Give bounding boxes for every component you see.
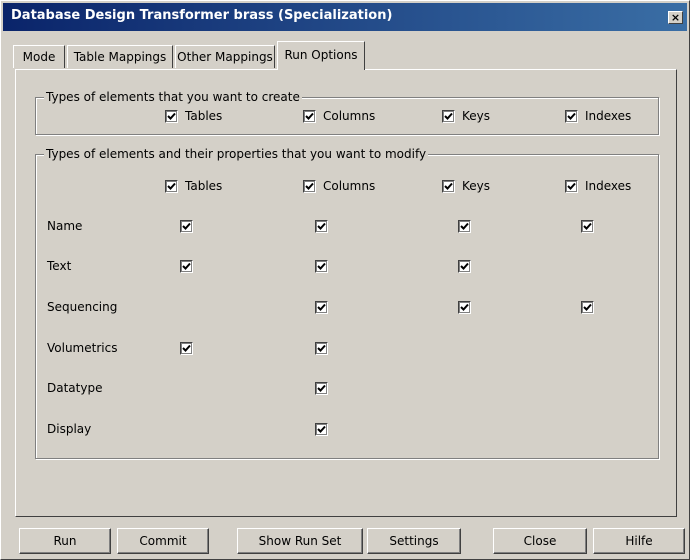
matrix-sequencing-columns-checkbox[interactable] <box>315 301 328 314</box>
help-button[interactable]: Hilfe <box>593 528 685 554</box>
modify-indexes-checkbox[interactable] <box>565 180 578 193</box>
create-indexes-checkbox[interactable] <box>565 110 578 123</box>
check-mark-icon <box>182 262 191 270</box>
modify-indexes-label: Indexes <box>585 179 632 193</box>
check-mark-icon <box>460 303 469 311</box>
title-bar[interactable]: Database Design Transformer brass (Speci… <box>3 3 687 31</box>
create-keys-label: Keys <box>462 109 491 123</box>
create-tables-label: Tables <box>185 109 223 123</box>
tab-mode[interactable]: Mode <box>13 45 65 68</box>
matrix-volumetrics-tables-checkbox[interactable] <box>180 342 193 355</box>
close-button[interactable]: Close <box>493 528 587 554</box>
run-button[interactable]: Run <box>19 528 111 554</box>
check-mark-icon <box>317 262 326 270</box>
create-group-title: Types of elements that you want to creat… <box>44 90 302 104</box>
check-mark-icon <box>182 222 191 230</box>
matrix-text-tables-checkbox[interactable] <box>180 260 193 273</box>
modify-columns-label: Columns <box>323 179 376 193</box>
check-mark-icon <box>460 222 469 230</box>
row-label-name: Name <box>47 219 83 233</box>
check-mark-icon <box>444 182 453 190</box>
check-mark-icon <box>444 112 453 120</box>
commit-button[interactable]: Commit <box>117 528 209 554</box>
modify-group-title: Types of elements and their properties t… <box>44 147 429 161</box>
matrix-text-keys-checkbox[interactable] <box>458 260 471 273</box>
check-mark-icon <box>583 222 592 230</box>
check-mark-icon <box>167 112 176 120</box>
matrix-sequencing-indexes-checkbox[interactable] <box>581 301 594 314</box>
matrix-name-tables-checkbox[interactable] <box>180 220 193 233</box>
check-mark-icon <box>305 182 314 190</box>
create-keys-checkbox[interactable] <box>442 110 455 123</box>
matrix-name-columns-checkbox[interactable] <box>315 220 328 233</box>
close-window-button[interactable]: × <box>668 11 683 24</box>
check-mark-icon <box>317 303 326 311</box>
matrix-display-columns-checkbox[interactable] <box>315 423 328 436</box>
check-mark-icon <box>305 112 314 120</box>
matrix-name-indexes-checkbox[interactable] <box>581 220 594 233</box>
show-run-set-button[interactable]: Show Run Set <box>237 528 363 554</box>
modify-columns-checkbox[interactable] <box>303 180 316 193</box>
row-label-display: Display <box>47 422 92 436</box>
tab-run-options[interactable]: Run Options <box>277 41 365 70</box>
matrix-text-columns-checkbox[interactable] <box>315 260 328 273</box>
check-mark-icon <box>317 344 326 352</box>
check-mark-icon <box>317 384 326 392</box>
check-mark-icon <box>567 182 576 190</box>
check-mark-icon <box>317 222 326 230</box>
row-label-sequencing: Sequencing <box>47 300 118 314</box>
matrix-datatype-columns-checkbox[interactable] <box>315 382 328 395</box>
window-title: Database Design Transformer brass (Speci… <box>11 8 393 23</box>
row-label-datatype: Datatype <box>47 381 103 395</box>
create-tables-checkbox[interactable] <box>165 110 178 123</box>
matrix-name-keys-checkbox[interactable] <box>458 220 471 233</box>
tab-table-mappings[interactable]: Table Mappings <box>67 45 173 68</box>
create-columns-checkbox[interactable] <box>303 110 316 123</box>
create-columns-label: Columns <box>323 109 376 123</box>
settings-button[interactable]: Settings <box>367 528 461 554</box>
check-mark-icon <box>317 425 326 433</box>
transformer-dialog: Database Design Transformer brass (Speci… <box>0 0 690 560</box>
check-mark-icon <box>167 182 176 190</box>
check-mark-icon <box>460 262 469 270</box>
row-label-volumetrics: Volumetrics <box>47 341 118 355</box>
row-label-text: Text <box>47 259 72 273</box>
check-mark-icon <box>583 303 592 311</box>
tab-other-mappings[interactable]: Other Mappings <box>175 45 275 68</box>
matrix-volumetrics-columns-checkbox[interactable] <box>315 342 328 355</box>
check-mark-icon <box>182 344 191 352</box>
modify-tables-label: Tables <box>185 179 223 193</box>
check-mark-icon <box>567 112 576 120</box>
modify-keys-label: Keys <box>462 179 491 193</box>
modify-keys-checkbox[interactable] <box>442 180 455 193</box>
modify-group: Types of elements and their properties t… <box>35 147 659 459</box>
matrix-sequencing-keys-checkbox[interactable] <box>458 301 471 314</box>
modify-tables-checkbox[interactable] <box>165 180 178 193</box>
create-indexes-label: Indexes <box>585 109 632 123</box>
